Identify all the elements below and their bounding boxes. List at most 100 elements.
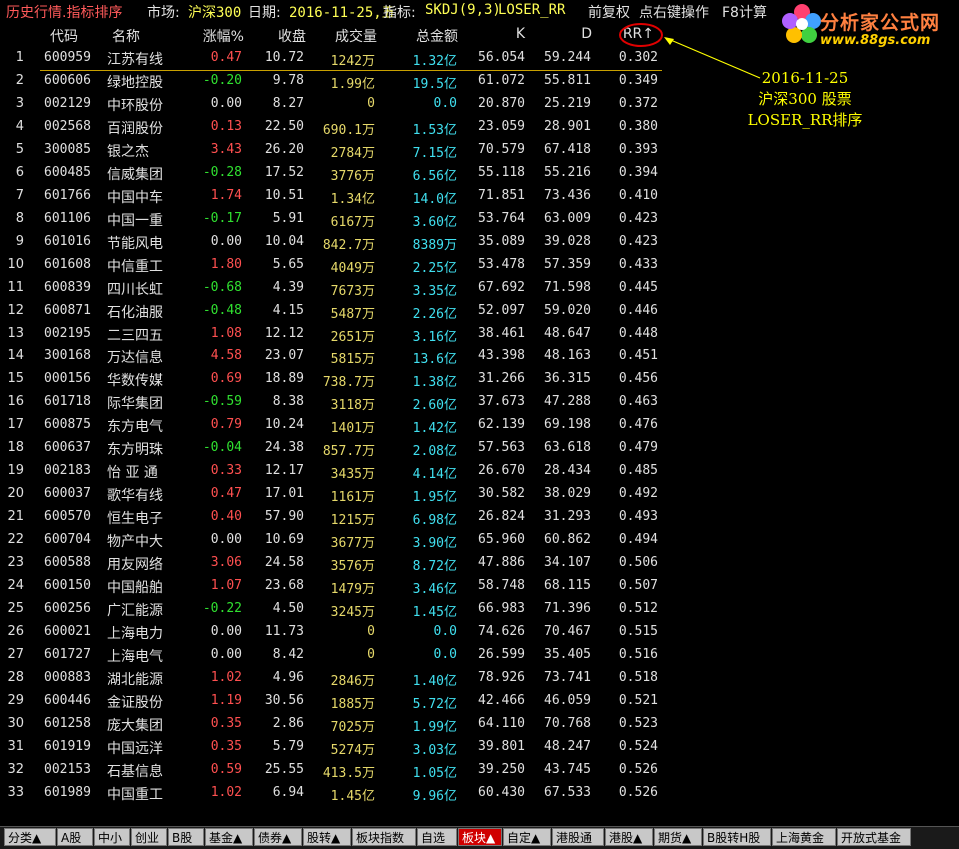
- table-row[interactable]: 24 600150 中国船舶 1.07 23.68 1479万 3.46亿 58.748 68.…: [0, 576, 670, 599]
- d-value: 46.059: [544, 692, 591, 708]
- tab-8[interactable]: 板块指数: [352, 828, 416, 846]
- amount-value: 8389: [412, 237, 444, 253]
- table-row[interactable]: 16 601718 际华集团 -0.59 8.38 3118万 2.60亿 37.673 47.…: [0, 392, 670, 415]
- table-row[interactable]: 1 600959 江苏有线 0.47 10.72 1242万 1.32亿 56.054 59.2…: [0, 48, 670, 71]
- rr-value: 0.524: [618, 738, 658, 754]
- tab-9[interactable]: 自选: [417, 828, 457, 846]
- annotation-market: 沪深300 股票: [758, 90, 852, 108]
- tab-7[interactable]: 股转▲: [303, 828, 351, 846]
- volume: 1161万: [300, 486, 375, 505]
- table-row[interactable]: 17 600875 东方电气 0.79 10.24 1401万 1.42亿 62.139 69.…: [0, 415, 670, 438]
- sort-field[interactable]: LOSER_RR: [498, 2, 565, 18]
- table-row[interactable]: 33 601989 中国重工 1.02 6.94 1.45亿 9.96亿 60.430 67.5…: [0, 783, 670, 806]
- change-percent: 0.33: [210, 463, 242, 479]
- table-row[interactable]: 32 002153 石基信息 0.59 25.55 413.5万 1.05亿 39.250 43…: [0, 760, 670, 783]
- table-row[interactable]: 13 002195 二三四五 1.08 12.12 2651万 3.16亿 38.461 48.…: [0, 324, 670, 347]
- tab-12[interactable]: 港股通: [552, 828, 604, 846]
- table-row[interactable]: 23 600588 用友网络 3.06 24.58 3576万 8.72亿 47.886 34.…: [0, 553, 670, 576]
- change-percent: 0.35: [210, 738, 242, 754]
- col-amount[interactable]: 总金额: [396, 26, 458, 46]
- col-name[interactable]: 名称: [112, 26, 140, 46]
- tab-17[interactable]: 开放式基金: [837, 828, 911, 846]
- table-row[interactable]: 8 601106 中国一重 -0.17 5.91 6167万 3.60亿 53.764 63.0…: [0, 209, 670, 232]
- table-row[interactable]: 2 600606 绿地控股 -0.20 9.78 1.99亿 19.5亿 61.072 55.8…: [0, 71, 670, 94]
- row-number: 12: [7, 302, 24, 318]
- stock-code: 600150: [44, 578, 91, 594]
- close-price: 2.86: [272, 715, 304, 731]
- d-value: 68.115: [544, 578, 591, 594]
- volume: 5274万: [300, 739, 375, 758]
- table-row[interactable]: 15 000156 华数传媒 0.69 18.89 738.7万 1.38亿 31.266 36…: [0, 369, 670, 392]
- row-number: 18: [7, 440, 24, 456]
- tab-6[interactable]: 债券▲: [254, 828, 302, 846]
- tab-1[interactable]: A股: [57, 828, 93, 846]
- adjust-mode[interactable]: 前复权: [588, 2, 630, 22]
- table-row[interactable]: 12 600871 石化油服 -0.48 4.15 5487万 2.26亿 52.097 59.…: [0, 301, 670, 324]
- volume: 1401万: [300, 417, 375, 436]
- indicator-value[interactable]: SKDJ(9,3): [425, 2, 501, 18]
- table-row[interactable]: 14 300168 万达信息 4.58 23.07 5815万 13.6亿 43.398 48.…: [0, 346, 670, 369]
- volume-value: 2784: [330, 145, 362, 161]
- table-row[interactable]: 3 002129 中环股份 0.00 8.27 0 0.0 20.870 25.219 0.372: [0, 94, 670, 117]
- table-row[interactable]: 4 002568 百润股份 0.13 22.50 690.1万 1.53亿 23.059 28.…: [0, 117, 670, 140]
- amount-value: 14.0: [412, 191, 444, 207]
- volume-unit: 万: [361, 467, 375, 483]
- tab-2[interactable]: 中小: [94, 828, 130, 846]
- table-row[interactable]: 27 601727 上海电气 0.00 8.42 0 0.0 26.599 35.405 0.51…: [0, 645, 670, 668]
- amount-value: 0.0: [433, 624, 457, 639]
- volume-value: 5815: [330, 352, 362, 368]
- table-row[interactable]: 5 300085 银之杰 3.43 26.20 2784万 7.15亿 70.579 67.41…: [0, 140, 670, 163]
- table-row[interactable]: 10 601608 中信重工 1.80 5.65 4049万 2.25亿 53.478 57.3…: [0, 255, 670, 278]
- close-price: 30.56: [264, 692, 304, 708]
- tab-10[interactable]: 板块▲: [458, 828, 502, 846]
- tab-3[interactable]: 创业: [131, 828, 167, 846]
- table-row[interactable]: 7 601766 中国中车 1.74 10.51 1.34亿 14.0亿 71.851 73.4…: [0, 186, 670, 209]
- close-price: 10.51: [264, 187, 304, 203]
- volume: 0: [300, 96, 375, 111]
- amount: 19.5亿: [383, 73, 457, 92]
- table-row[interactable]: 22 600704 物产中大 0.00 10.69 3677万 3.90亿 65.960 60.…: [0, 530, 670, 553]
- k-value: 20.870: [478, 95, 525, 111]
- table-row[interactable]: 30 601258 庞大集团 0.35 2.86 7025万 1.99亿 64.110 70.7…: [0, 714, 670, 737]
- tab-11[interactable]: 自定▲: [503, 828, 551, 846]
- tab-15[interactable]: B股转H股: [703, 828, 771, 846]
- amount-value: 5.72: [412, 696, 444, 712]
- f8-hint: F8计算: [722, 5, 767, 21]
- amount-value: 3.16: [412, 329, 444, 345]
- table-row[interactable]: 11 600839 四川长虹 -0.68 4.39 7673万 3.35亿 67.692 71.…: [0, 278, 670, 301]
- table-row[interactable]: 26 600021 上海电力 0.00 11.73 0 0.0 74.626 70.467 0.5…: [0, 622, 670, 645]
- amount: 3.16亿: [383, 326, 457, 345]
- table-row[interactable]: 21 600570 恒生电子 0.40 57.90 1215万 6.98亿 26.824 31.…: [0, 507, 670, 530]
- tab-4[interactable]: B股: [168, 828, 204, 846]
- row-number: 11: [7, 279, 24, 295]
- tab-5[interactable]: 基金▲: [205, 828, 253, 846]
- table-row[interactable]: 31 601919 中国远洋 0.35 5.79 5274万 3.03亿 39.801 48.2…: [0, 737, 670, 760]
- tab-14[interactable]: 期货▲: [654, 828, 702, 846]
- table-row[interactable]: 19 002183 怡 亚 通 0.33 12.17 3435万 4.14亿 26.670 28…: [0, 461, 670, 484]
- tab-13[interactable]: 港股▲: [605, 828, 653, 846]
- stock-name: 二三四五: [107, 327, 163, 344]
- table-row[interactable]: 25 600256 广汇能源 -0.22 4.50 3245万 1.45亿 66.983 71.…: [0, 599, 670, 622]
- col-close[interactable]: 收盘: [254, 26, 306, 46]
- market-value[interactable]: 沪深300: [188, 2, 241, 22]
- table-row[interactable]: 9 601016 节能风电 0.00 10.04 842.7万 8389万 35.089 39.…: [0, 232, 670, 255]
- tab-0[interactable]: 分类▲: [4, 828, 56, 846]
- table-row[interactable]: 28 000883 湖北能源 1.02 4.96 2846万 1.40亿 78.926 73.7…: [0, 668, 670, 691]
- indicator-label: 指标:: [383, 5, 416, 21]
- table-row[interactable]: 29 600446 金证股份 1.19 30.56 1885万 5.72亿 42.466 46.…: [0, 691, 670, 714]
- col-d[interactable]: D: [552, 26, 592, 42]
- k-value: 61.072: [478, 72, 525, 88]
- tab-16[interactable]: 上海黄金: [772, 828, 836, 846]
- col-code[interactable]: 代码: [50, 26, 78, 46]
- amount-value: 2.60: [412, 398, 444, 414]
- amount: 3.60亿: [383, 211, 457, 230]
- table-row[interactable]: 18 600637 东方明珠 -0.04 24.38 857.7万 2.08亿 57.563 6…: [0, 438, 670, 461]
- close-price: 26.20: [264, 141, 304, 157]
- col-volume[interactable]: 成交量: [313, 26, 377, 46]
- table-row[interactable]: 6 600485 信威集团 -0.28 17.52 3776万 6.56亿 55.118 55.…: [0, 163, 670, 186]
- col-change[interactable]: 涨幅%: [190, 26, 244, 46]
- table-row[interactable]: 20 600037 歌华有线 0.47 17.01 1161万 1.95亿 30.582 38.…: [0, 484, 670, 507]
- date-value[interactable]: 2016-11-25,五: [289, 2, 396, 22]
- col-k[interactable]: K: [485, 26, 525, 42]
- d-value: 67.418: [544, 141, 591, 157]
